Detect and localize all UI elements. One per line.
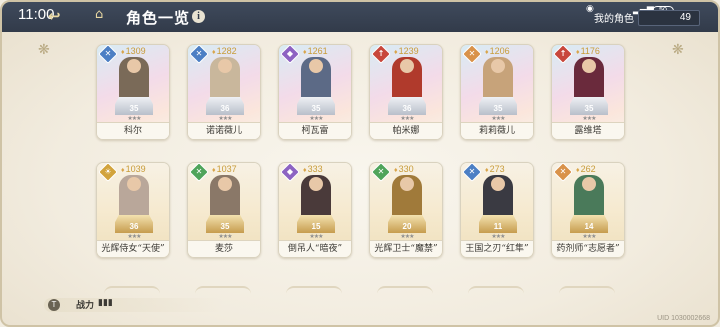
level-badge: 35 <box>584 104 594 113</box>
power-value: 1206 <box>485 46 510 56</box>
character-sprite <box>119 175 149 219</box>
character-name: 麦莎 <box>188 240 260 257</box>
user-id: UID 1030002668 <box>657 315 710 322</box>
level-badge: 35 <box>129 104 139 113</box>
corner-ornament-icon: ❋ <box>672 42 684 58</box>
character-sprite <box>392 175 422 219</box>
next-row-card <box>286 286 342 296</box>
sort-bar[interactable]: T 战力 ▮▮▮ <box>44 298 224 312</box>
character-card[interactable]: ✕ 1206 35 ★★★ 莉莉薇儿 <box>460 44 534 140</box>
character-sprite <box>483 175 513 219</box>
next-row-card <box>559 286 615 296</box>
my-characters-label: 我的角色 <box>594 14 634 25</box>
character-card[interactable]: ↑ 1239 36 ★★★ 帕米娜 <box>369 44 443 140</box>
level-badge: 36 <box>220 104 230 113</box>
character-card[interactable]: ✕ 1309 35 ★★★ 科尔 <box>96 44 170 140</box>
power-value: 330 <box>394 164 414 174</box>
owned-count: 49 <box>679 12 691 23</box>
character-name: 帕米娜 <box>370 122 442 139</box>
star-rating-icon: ★★★ <box>309 115 323 122</box>
level-badge: 35 <box>493 104 503 113</box>
character-name: 露维塔 <box>552 122 624 139</box>
character-card[interactable]: ◆ 333 15 ★★★ 倒吊人“暗夜” <box>278 162 352 258</box>
star-rating-icon: ★★★ <box>218 233 232 240</box>
character-sprite <box>301 175 331 219</box>
star-rating-icon: ★★★ <box>218 115 232 122</box>
power-value: 333 <box>303 164 323 174</box>
character-sprite <box>119 57 149 101</box>
star-rating-icon: ★★★ <box>127 115 141 122</box>
sort-label[interactable]: 战力 <box>76 298 94 311</box>
character-sprite <box>574 57 604 101</box>
character-card[interactable]: ✕ 262 14 ★★★ 药剂师“志愿者” <box>551 162 625 258</box>
owned-count-box: 49 <box>638 10 700 26</box>
power-value: 1176 <box>576 46 600 56</box>
star-rating-icon: ★★★ <box>400 233 414 240</box>
power-value: 1039 <box>121 164 146 174</box>
character-card[interactable]: ✕ 330 20 ★★★ 光辉卫士“魔禁” <box>369 162 443 258</box>
star-rating-icon: ★★★ <box>582 115 596 122</box>
sort-bars-icon[interactable]: ▮▮▮ <box>98 298 113 308</box>
power-value: 1309 <box>121 46 146 56</box>
character-card[interactable]: ✕ 1282 36 ★★★ 诺诺薇儿 <box>187 44 261 140</box>
character-name: 倒吊人“暗夜” <box>279 240 351 257</box>
character-name: 柯瓦雷 <box>279 122 351 139</box>
character-name: 光辉卫士“魔禁” <box>370 240 442 257</box>
level-badge: 36 <box>129 222 139 231</box>
level-badge: 11 <box>493 222 503 231</box>
level-badge: 14 <box>584 222 594 231</box>
level-badge: 35 <box>220 222 230 231</box>
next-row-card <box>468 286 524 296</box>
character-name: 科尔 <box>97 122 169 139</box>
character-card[interactable]: ◆ 1261 35 ★★★ 柯瓦雷 <box>278 44 352 140</box>
level-badge: 20 <box>402 222 412 231</box>
character-card[interactable]: ✕ 1037 35 ★★★ 麦莎 <box>187 162 261 258</box>
character-list-screen: 11:00 ↩ ⌂ 角色一览 i ◉ ▂▄▆ 50 我的角色 49 ❋ ❋ ✕ … <box>0 0 720 327</box>
level-badge: 35 <box>311 104 321 113</box>
character-card[interactable]: ✕ 273 11 ★★★ 王国之刃“红隼” <box>460 162 534 258</box>
power-value: 1282 <box>212 46 237 56</box>
level-badge: 36 <box>402 104 412 113</box>
character-sprite <box>301 57 331 101</box>
power-value: 273 <box>485 164 505 174</box>
power-value: 1239 <box>394 46 419 56</box>
corner-ornament-icon: ❋ <box>38 42 50 58</box>
filter-badge[interactable]: T <box>48 299 60 311</box>
character-sprite <box>483 57 513 101</box>
star-rating-icon: ★★★ <box>400 115 414 122</box>
character-card[interactable]: ↑ 1176 35 ★★★ 露维塔 <box>551 44 625 140</box>
character-sprite <box>574 175 604 219</box>
character-name: 莉莉薇儿 <box>461 122 533 139</box>
character-card[interactable]: ☀ 1039 36 ★★★ 光辉侍女“天使” <box>96 162 170 258</box>
back-arrow-icon[interactable]: ↩ <box>48 8 64 24</box>
next-row-card <box>377 286 433 296</box>
character-sprite <box>392 57 422 101</box>
star-rating-icon: ★★★ <box>491 115 505 122</box>
star-rating-icon: ★★★ <box>582 233 596 240</box>
character-name: 诺诺薇儿 <box>188 122 260 139</box>
character-sprite <box>210 57 240 101</box>
star-rating-icon: ★★★ <box>309 233 323 240</box>
top-header: 11:00 ↩ ⌂ 角色一览 i ◉ ▂▄▆ 50 我的角色 49 <box>2 2 718 32</box>
character-name: 药剂师“志愿者” <box>552 240 624 257</box>
power-value: 1261 <box>303 46 328 56</box>
star-rating-icon: ★★★ <box>127 233 141 240</box>
next-row-card <box>104 286 160 296</box>
page-title: 角色一览 <box>126 9 191 27</box>
power-value: 1037 <box>212 164 237 174</box>
character-name: 王国之刃“红隼” <box>461 240 533 257</box>
home-icon[interactable]: ⌂ <box>95 8 109 22</box>
level-badge: 15 <box>311 222 321 231</box>
star-rating-icon: ★★★ <box>491 233 505 240</box>
character-name: 光辉侍女“天使” <box>97 240 169 257</box>
power-value: 262 <box>576 164 596 174</box>
info-icon[interactable]: i <box>192 10 205 23</box>
character-sprite <box>210 175 240 219</box>
next-row-card <box>195 286 251 296</box>
